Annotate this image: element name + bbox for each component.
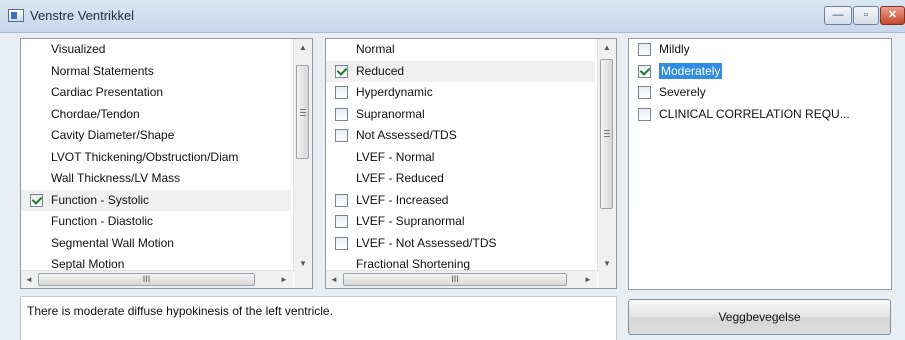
list-item-label: Normal Statements xyxy=(51,63,154,78)
list-item-label: LVOT Thickening/Obstruction/Diam xyxy=(51,149,239,164)
list-item-label: CLINICAL CORRELATION REQU... xyxy=(659,106,850,121)
list-item[interactable]: Visualized xyxy=(21,39,291,61)
checkbox[interactable] xyxy=(638,64,651,78)
finding-horizontal-scrollbar[interactable]: ◄ III ► xyxy=(326,270,597,288)
scroll-right-icon[interactable]: ► xyxy=(276,271,292,288)
maximize-button[interactable]: ▫ xyxy=(853,6,879,25)
list-item-label: LVEF - Reduced xyxy=(356,171,444,185)
list-item-label: Septal Motion xyxy=(51,257,125,271)
app-icon xyxy=(8,9,24,22)
checkbox[interactable] xyxy=(335,86,348,99)
list-item[interactable]: LVEF - Normal xyxy=(326,147,595,169)
scroll-corner xyxy=(294,271,312,288)
list-item[interactable]: LVEF - Reduced xyxy=(326,168,595,190)
scroll-down-icon[interactable]: ▼ xyxy=(598,255,616,272)
checkbox[interactable] xyxy=(638,107,651,121)
checkbox[interactable] xyxy=(335,236,348,250)
list-item-label: LVEF - Increased xyxy=(356,192,449,207)
list-item[interactable]: Mildly xyxy=(629,39,891,61)
list-item[interactable]: LVOT Thickening/Obstruction/Diam xyxy=(21,147,291,169)
list-item[interactable]: Cavity Diameter/Shape xyxy=(21,125,291,147)
category-vertical-scrollbar[interactable]: ▲ ▼ xyxy=(293,39,312,272)
list-item[interactable]: Not Assessed/TDS xyxy=(326,125,595,147)
list-item[interactable]: Segmental Wall Motion xyxy=(21,233,291,255)
finding-list[interactable]: Normal Reduced Hyperdynamic Supranormal Not … xyxy=(325,38,617,289)
list-item-label: Not Assessed/TDS xyxy=(356,128,457,142)
list-item-label: Cardiac Presentation xyxy=(51,85,164,99)
severity-list[interactable]: Mildly Moderately Severely CLINICAL CORRELA… xyxy=(628,38,892,290)
list-item-label: Normal xyxy=(356,42,395,56)
list-item-label: Hyperdynamic xyxy=(356,85,433,99)
category-list-items: Visualized Normal Statements Cardiac Prese… xyxy=(21,39,291,276)
list-item[interactable]: Chordae/Tendon xyxy=(21,104,291,126)
list-item-label: Fractional Shortening xyxy=(356,257,471,271)
list-item-label: Function - Systolic xyxy=(51,192,150,207)
checkbox[interactable] xyxy=(30,193,43,207)
list-item-label: LVEF - Normal xyxy=(356,149,435,164)
finding-list-items: Normal Reduced Hyperdynamic Supranormal Not … xyxy=(326,39,595,276)
list-item-label: Reduced xyxy=(356,63,405,78)
horizontal-scroll-thumb[interactable]: III xyxy=(38,273,255,286)
minimize-button[interactable]: — xyxy=(824,6,852,25)
list-item[interactable]: Normal Statements xyxy=(21,61,291,83)
scroll-down-icon[interactable]: ▼ xyxy=(294,255,312,272)
scroll-left-icon[interactable]: ◄ xyxy=(326,271,342,288)
checkbox[interactable] xyxy=(335,107,348,121)
list-item-label: LVEF - Not Assessed/TDS xyxy=(356,235,497,250)
list-item[interactable]: Cardiac Presentation xyxy=(21,82,291,104)
category-list[interactable]: Visualized Normal Statements Cardiac Prese… xyxy=(20,38,313,289)
title-bar: Venstre Ventrikkel — ▫ ✕ xyxy=(0,0,905,33)
list-item[interactable]: CLINICAL CORRELATION REQU... xyxy=(629,104,891,126)
category-horizontal-scrollbar[interactable]: ◄ III ► xyxy=(21,270,293,288)
scroll-up-icon[interactable]: ▲ xyxy=(294,39,312,56)
checkbox[interactable] xyxy=(638,86,651,99)
scroll-up-icon[interactable]: ▲ xyxy=(598,39,616,56)
list-item[interactable]: Function - Diastolic xyxy=(21,211,291,233)
list-item-label: Severely xyxy=(659,85,706,99)
list-item-label: Function - Diastolic xyxy=(51,214,154,228)
list-item[interactable]: Moderately xyxy=(629,61,891,83)
list-item[interactable]: Wall Thickness/LV Mass xyxy=(21,168,291,190)
close-button[interactable]: ✕ xyxy=(880,6,905,25)
checkbox[interactable] xyxy=(335,193,348,207)
report-text-box[interactable]: There is moderate diffuse hypokinesis of… xyxy=(20,296,617,340)
list-item-label: Cavity Diameter/Shape xyxy=(51,128,175,142)
scroll-corner xyxy=(598,271,616,288)
list-item-label: Supranormal xyxy=(356,106,425,121)
list-item[interactable]: Reduced xyxy=(326,60,595,82)
veggbevegelse-button[interactable]: Veggbevegelse xyxy=(628,299,891,335)
vertical-scroll-thumb[interactable] xyxy=(600,59,613,209)
list-item-label: LVEF - Supranormal xyxy=(356,214,465,228)
severity-list-items: Mildly Moderately Severely CLINICAL CORRELA… xyxy=(629,39,891,125)
checkbox[interactable] xyxy=(335,64,348,78)
scroll-right-icon[interactable]: ► xyxy=(580,271,596,288)
checkbox[interactable] xyxy=(335,129,348,142)
list-item-label: Visualized xyxy=(51,42,106,56)
window-title: Venstre Ventrikkel xyxy=(30,8,135,23)
checkbox[interactable] xyxy=(335,215,348,228)
list-item-label: Chordae/Tendon xyxy=(51,106,140,121)
list-item[interactable]: Normal xyxy=(326,39,595,61)
list-item-label: Wall Thickness/LV Mass xyxy=(51,171,181,185)
checkbox[interactable] xyxy=(638,43,651,56)
list-item[interactable]: LVEF - Not Assessed/TDS xyxy=(326,233,595,255)
list-item-label: Moderately xyxy=(659,62,723,79)
list-item[interactable]: LVEF - Supranormal xyxy=(326,211,595,233)
list-item-label: Mildly xyxy=(659,42,690,56)
list-item-label: Segmental Wall Motion xyxy=(51,235,174,250)
finding-vertical-scrollbar[interactable]: ▲ ▼ xyxy=(597,39,616,272)
list-item[interactable]: Hyperdynamic xyxy=(326,82,595,104)
list-item[interactable]: Function - Systolic xyxy=(21,189,291,211)
list-item[interactable]: Severely xyxy=(629,82,891,104)
horizontal-scroll-thumb[interactable]: III xyxy=(343,273,567,286)
list-item[interactable]: LVEF - Increased xyxy=(326,190,595,212)
list-item[interactable]: Supranormal xyxy=(326,104,595,126)
scroll-left-icon[interactable]: ◄ xyxy=(21,271,37,288)
vertical-scroll-thumb[interactable] xyxy=(296,65,309,159)
